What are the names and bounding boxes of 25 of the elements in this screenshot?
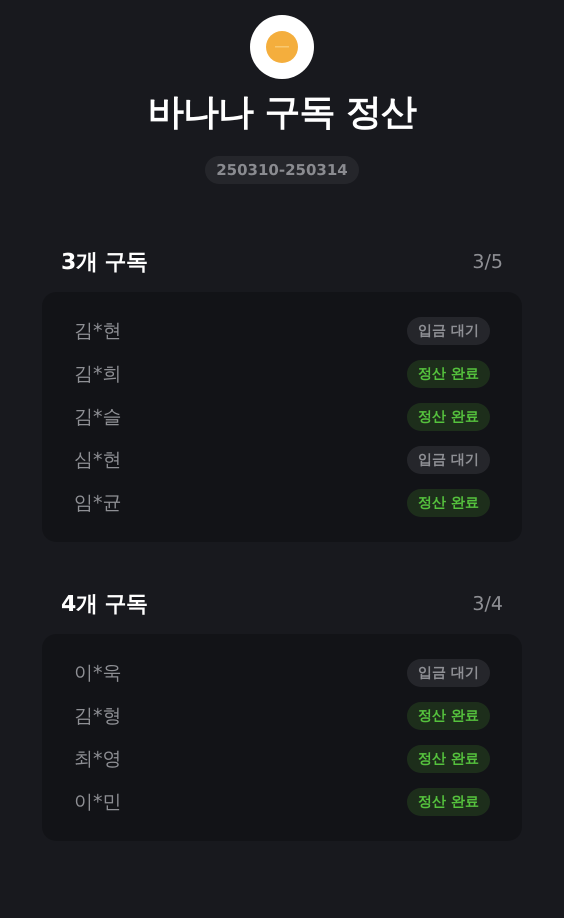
status-badge: 입금 대기 — [407, 659, 490, 687]
member-name: 심*현 — [74, 448, 122, 473]
member-name: 김*현 — [74, 319, 122, 344]
member-name: 이*민 — [74, 790, 122, 815]
member-name: 김*희 — [74, 362, 122, 387]
settled-count: 3/5 — [472, 251, 503, 273]
status-badge: 정산 완료 — [407, 702, 490, 730]
status-badge: 정산 완료 — [407, 403, 490, 431]
member-name: 김*슬 — [74, 405, 122, 430]
member-name: 임*균 — [74, 491, 122, 516]
page-title: 바나나 구독 정산 — [148, 91, 416, 135]
period-badge: 250310-250314 — [205, 156, 359, 184]
settled-count: 3/4 — [472, 593, 503, 615]
status-badge: 정산 완료 — [407, 788, 490, 816]
status-badge: 정산 완료 — [407, 360, 490, 388]
status-badge: 정산 완료 — [407, 745, 490, 773]
status-badge: 입금 대기 — [407, 317, 490, 345]
member-name: 이*욱 — [74, 661, 122, 686]
logo-icon — [250, 15, 314, 79]
group-title: 4개 구독 — [61, 591, 148, 619]
status-badge: 정산 완료 — [407, 489, 490, 517]
group-title: 3개 구독 — [61, 249, 148, 277]
status-badge: 입금 대기 — [407, 446, 490, 474]
member-name: 최*영 — [74, 747, 122, 772]
member-name: 김*형 — [74, 704, 122, 729]
